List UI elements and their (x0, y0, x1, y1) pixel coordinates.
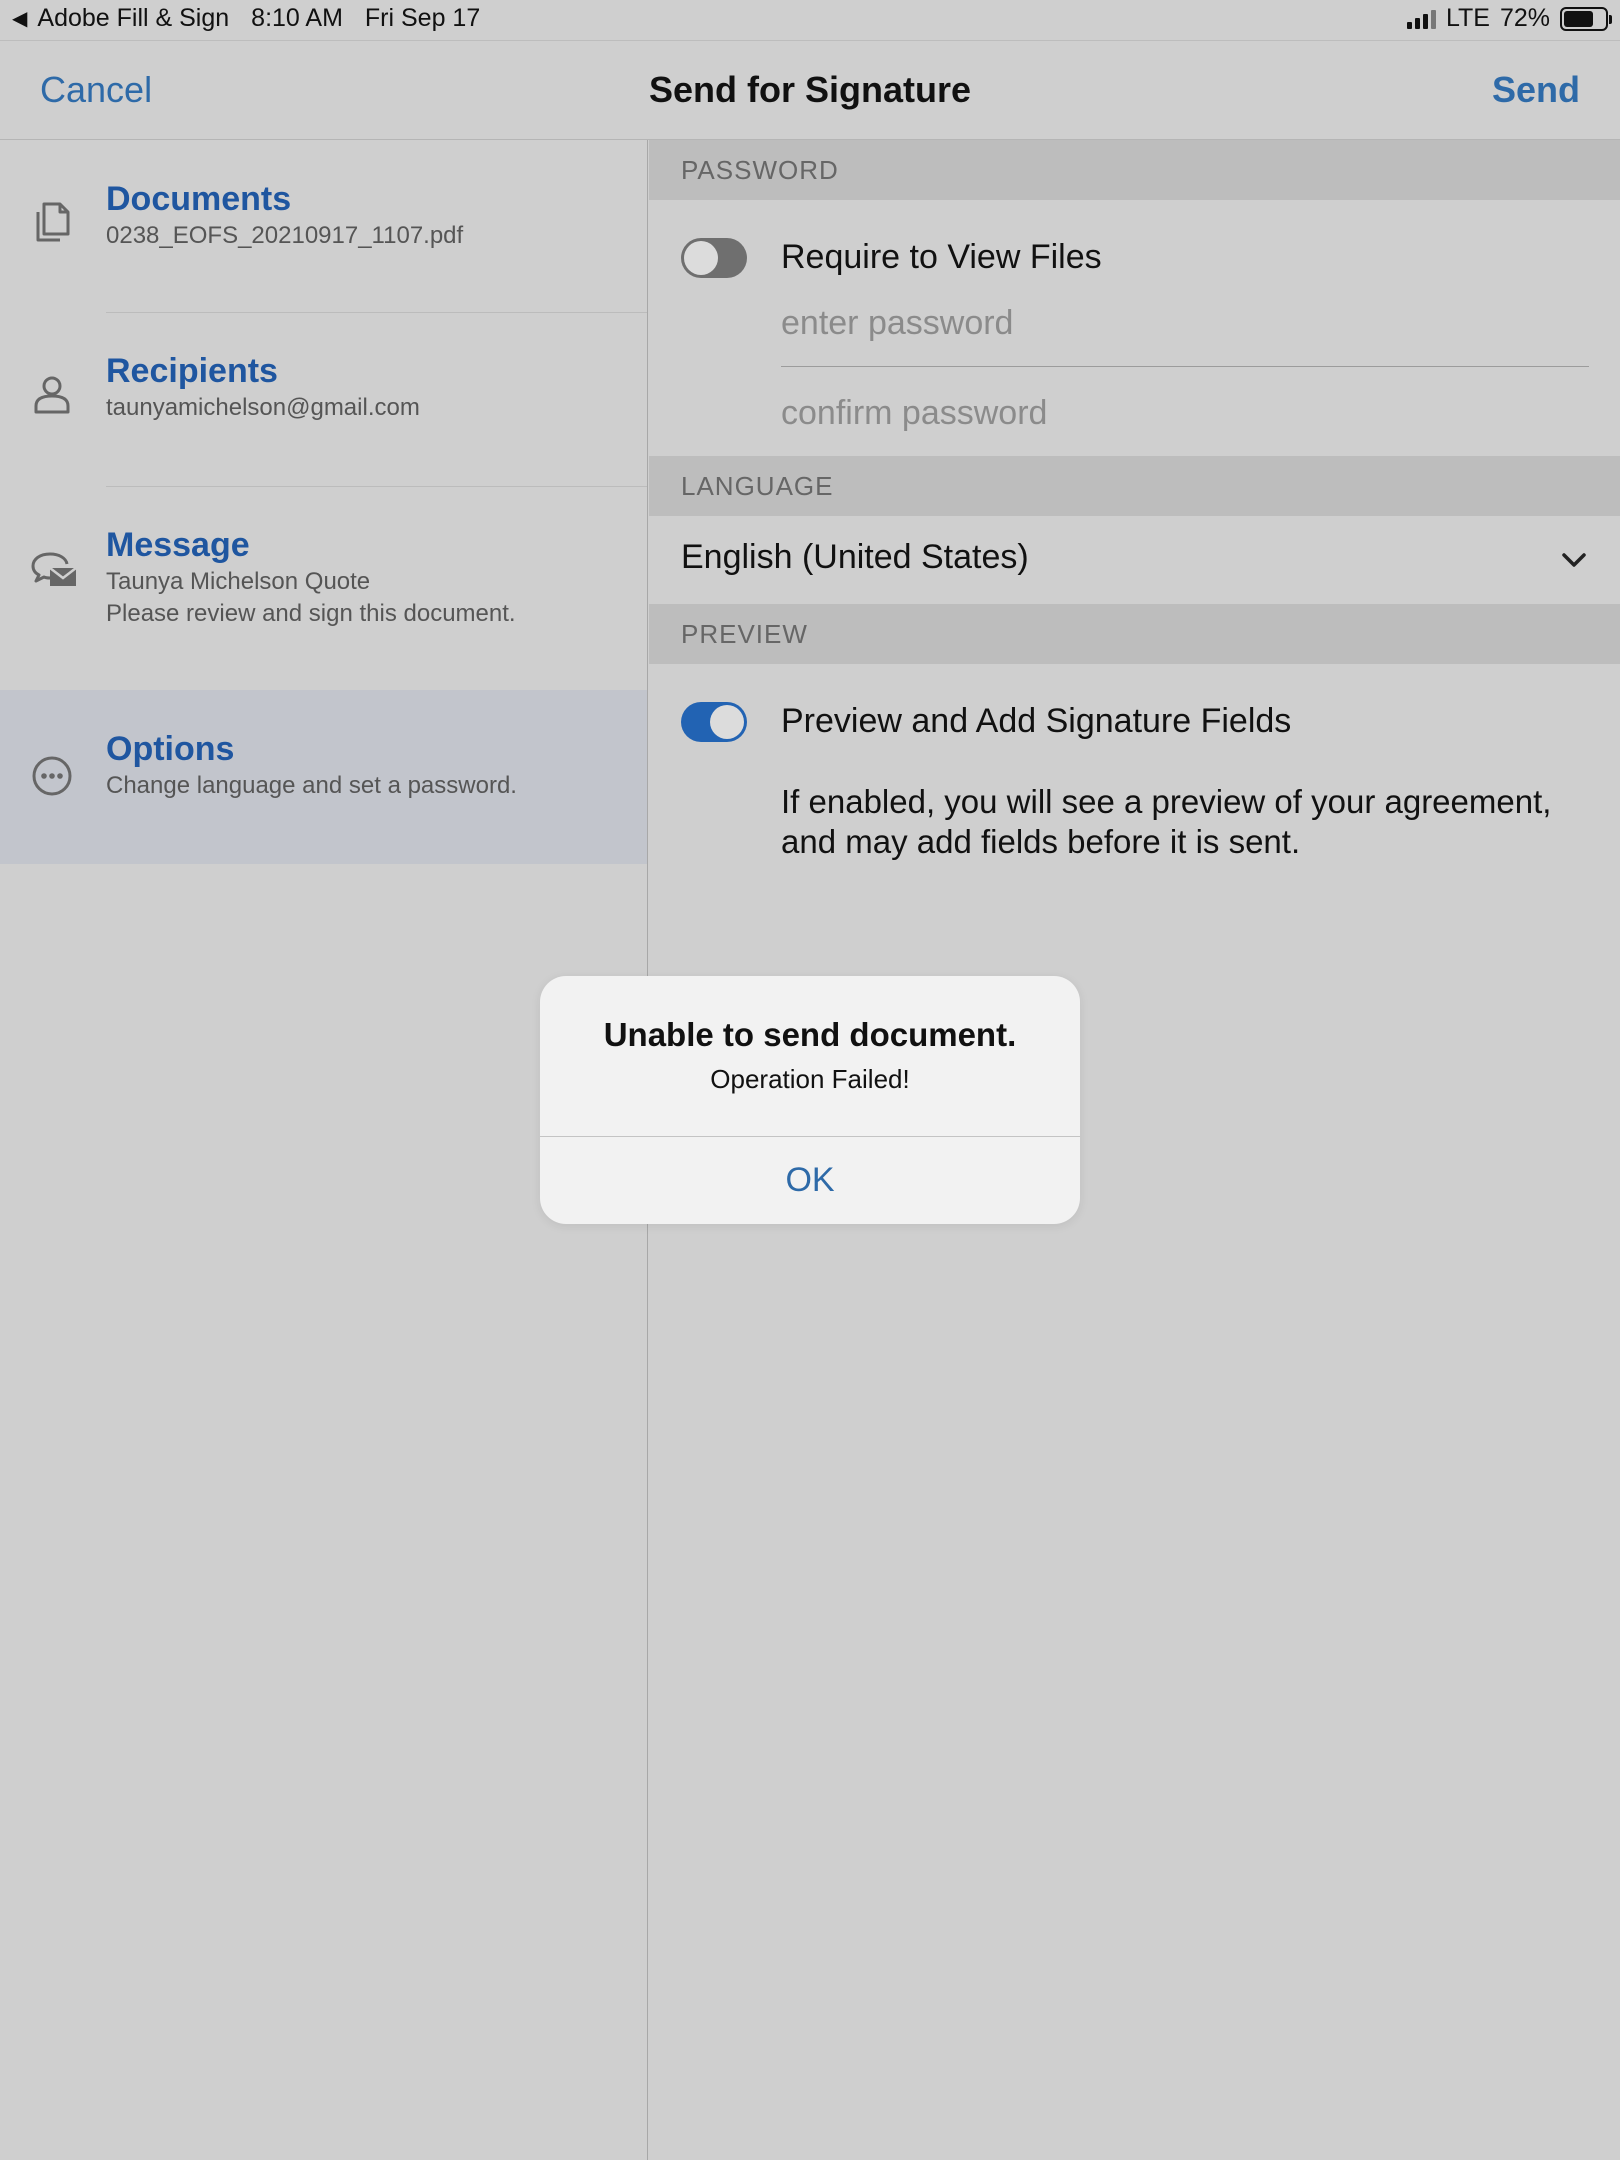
status-date: Fri Sep 17 (364, 4, 481, 32)
sidebar-item-title: Message (106, 526, 250, 564)
page-title: Send for Signature (648, 69, 972, 110)
language-section-header: LANGUAGE (649, 456, 1620, 516)
nav-bar: Cancel Send for Signature Send (0, 40, 1620, 140)
alert-title: Unable to send document. (603, 1016, 1017, 1053)
divider (106, 312, 647, 313)
status-time: 8:10 AM (251, 4, 343, 32)
back-app-label[interactable]: Adobe Fill & Sign (37, 4, 229, 33)
toggle-knob (710, 705, 744, 739)
require-password-label: Require to View Files (781, 238, 1102, 276)
more-circle-icon (32, 756, 72, 796)
status-bar: ◀ Adobe Fill & Sign 8:10 AM Fri Sep 17 L… (0, 0, 1620, 40)
status-right: LTE 72% (1406, 4, 1612, 33)
sidebar-item-title: Documents (106, 180, 292, 218)
divider (781, 366, 1589, 367)
battery-icon (1560, 6, 1612, 31)
sidebar-item-subtitle: taunyamichelson@gmail.com (106, 394, 420, 421)
cancel-button[interactable]: Cancel (40, 69, 152, 111)
confirm-password-input[interactable] (781, 384, 1589, 442)
message-envelope-icon (31, 552, 77, 586)
sidebar-item-title: Recipients (106, 352, 278, 390)
signal-icon (1406, 9, 1436, 29)
require-password-toggle[interactable] (681, 238, 747, 278)
status-left: ◀ Adobe Fill & Sign 8:10 AM Fri Sep 17 (12, 4, 480, 33)
document-icon (36, 202, 70, 242)
language-select[interactable]: English (United States) (649, 516, 1620, 602)
network-label: LTE (1445, 4, 1490, 32)
alert-message: Operation Failed! (710, 1064, 910, 1094)
ok-button[interactable]: OK (540, 1137, 1080, 1224)
person-icon (34, 376, 70, 414)
sidebar-item-subtitle: Taunya Michelson Quote (106, 568, 371, 595)
password-section-header: PASSWORD (649, 140, 1620, 200)
sidebar-item-subtitle: 0238_EOFS_20210917_1107.pdf (106, 222, 464, 249)
divider (106, 486, 647, 487)
back-to-app-icon[interactable]: ◀ (12, 6, 27, 31)
preview-toggle-label: Preview and Add Signature Fields (781, 702, 1292, 740)
preview-toggle[interactable] (681, 702, 747, 742)
toggle-knob (684, 241, 718, 275)
battery-percent: 72% (1499, 4, 1550, 32)
language-value: English (United States) (681, 538, 1029, 576)
sidebar-item-subtitle-2: Please review and sign this document. (106, 600, 516, 627)
sidebar-item-recipients[interactable]: Recipients taunyamichelson@gmail.com (0, 314, 647, 488)
enter-password-input[interactable] (781, 294, 1589, 352)
sidebar-item-subtitle: Change language and set a password. (106, 772, 517, 799)
sidebar-item-message[interactable]: Message Taunya Michelson Quote Please re… (0, 488, 647, 688)
error-alert-dialog: Unable to send document. Operation Faile… (540, 976, 1080, 1224)
preview-description: If enabled, you will see a preview of yo… (781, 783, 1552, 860)
preview-section-header: PREVIEW (649, 604, 1620, 664)
chevron-down-icon (1562, 553, 1586, 567)
battery-fill (1564, 10, 1593, 27)
send-button[interactable]: Send (1492, 69, 1580, 111)
sidebar-item-documents[interactable]: Documents 0238_EOFS_20210917_1107.pdf (0, 140, 647, 314)
sidebar-item-options[interactable]: Options Change language and set a passwo… (0, 690, 647, 864)
sidebar-item-title: Options (106, 730, 235, 768)
